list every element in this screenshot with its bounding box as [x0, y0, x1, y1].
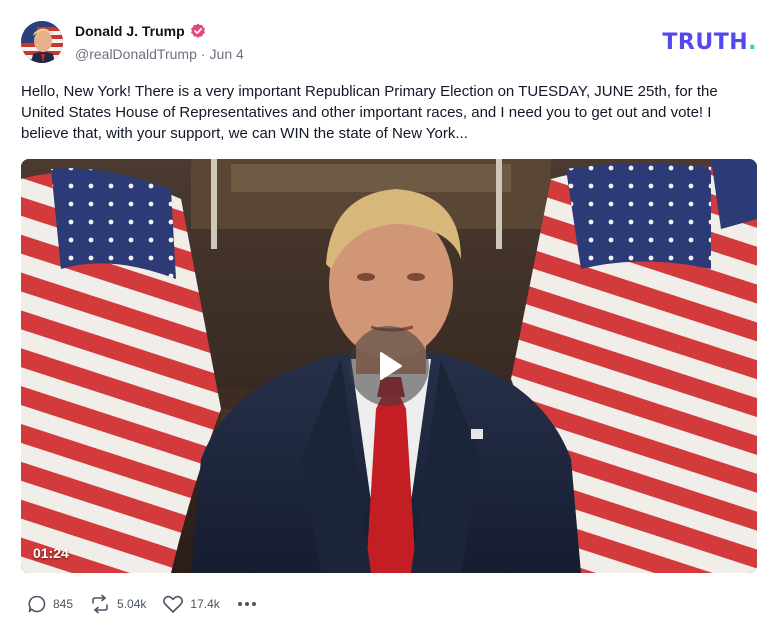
more-icon-dot — [251, 602, 256, 606]
author-name-row: Donald J. Trump — [75, 23, 206, 39]
post-date[interactable]: Jun 4 — [210, 46, 244, 62]
more-icon-dot — [244, 602, 249, 606]
author-handle[interactable]: @realDonaldTrump — [75, 46, 197, 62]
reply-icon — [28, 595, 46, 613]
post-text: Hello, New York! There is a very importa… — [21, 83, 718, 142]
avatar-image — [21, 21, 63, 63]
retruth-count: 5.04k — [117, 597, 147, 611]
verified-badge-icon — [190, 23, 206, 39]
like-count: 17.4k — [190, 597, 220, 611]
video-player[interactable]: 01:24 — [21, 159, 757, 573]
reply-button[interactable]: 845 — [27, 594, 73, 614]
more-icon-dot — [237, 602, 242, 606]
author-meta: @realDonaldTrump · Jun 4 — [75, 46, 244, 62]
post-actions: 845 5.04k 17.4k — [27, 594, 258, 614]
author-name[interactable]: Donald J. Trump — [75, 23, 185, 39]
retruth-button[interactable]: 5.04k — [89, 594, 146, 614]
meta-separator: · — [200, 46, 206, 62]
more-options-button[interactable] — [236, 598, 258, 610]
video-duration: 01:24 — [33, 545, 69, 561]
play-button[interactable] — [349, 326, 429, 406]
logo-dot: . — [748, 30, 757, 55]
like-button[interactable]: 17.4k — [162, 594, 220, 614]
reply-count: 845 — [53, 597, 74, 611]
play-icon — [380, 352, 402, 380]
heart-icon — [163, 595, 184, 613]
logo-text: TRUTH — [662, 30, 749, 55]
truth-post: Donald J. Trump @realDonaldTrump · Jun 4… — [0, 0, 778, 635]
retruth-icon — [92, 594, 108, 614]
truth-logo[interactable]: TRUTH. — [662, 30, 757, 55]
avatar[interactable] — [21, 21, 63, 63]
